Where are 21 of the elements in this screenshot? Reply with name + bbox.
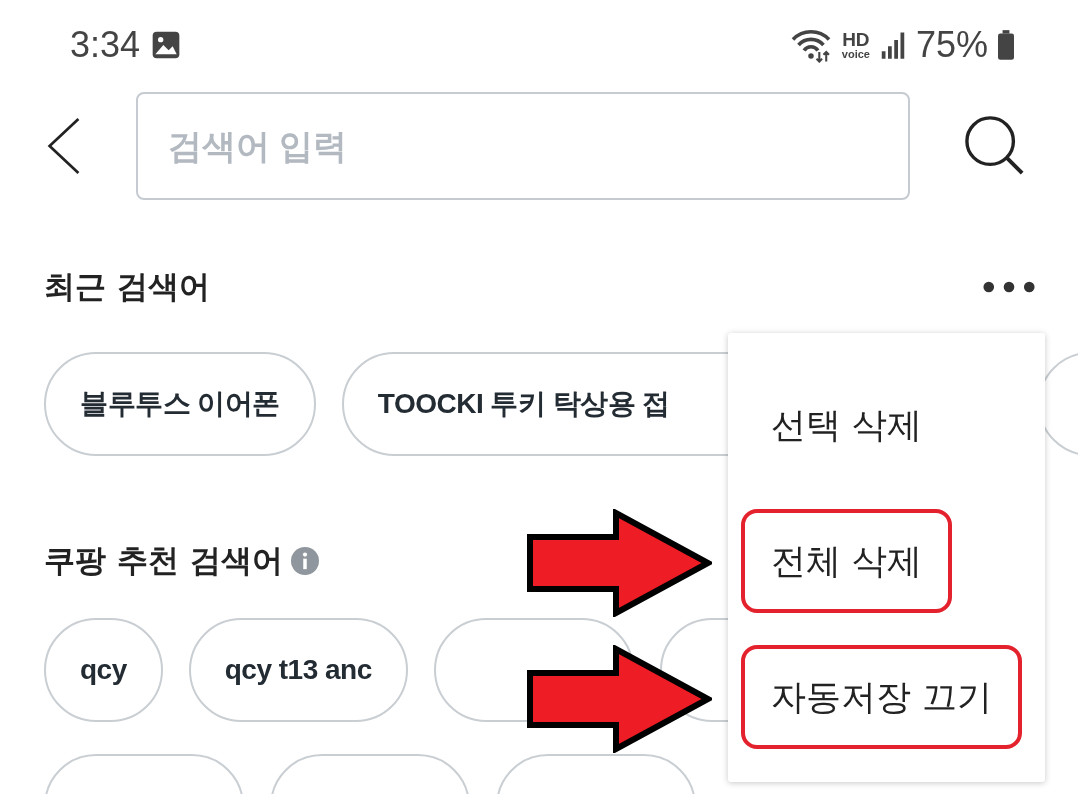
voice-label: voice bbox=[841, 49, 870, 60]
wifi-icon bbox=[789, 27, 832, 63]
more-icon[interactable] bbox=[982, 280, 1036, 294]
search-chip[interactable]: qcy t13 anc bbox=[188, 618, 408, 722]
back-icon[interactable] bbox=[46, 116, 82, 176]
battery-percent: 75% bbox=[915, 24, 988, 66]
battery-icon bbox=[998, 30, 1014, 60]
menu-item[interactable]: 자동저장 끄기 bbox=[741, 645, 1023, 749]
menu-item[interactable]: 전체 삭제 bbox=[741, 509, 953, 613]
arrow-icon bbox=[526, 645, 712, 753]
hd-label: HD bbox=[842, 30, 870, 49]
section-title: 쿠팡 추천 검색어 bbox=[44, 541, 283, 580]
signal-icon bbox=[879, 30, 906, 60]
search-chip[interactable]: qcy bbox=[44, 618, 163, 722]
arrow-icon bbox=[526, 509, 712, 617]
search-icon[interactable] bbox=[964, 115, 1026, 177]
search-chip[interactable]: 블루투스 이어폰 bbox=[44, 352, 316, 456]
clock-time: 3:34 bbox=[70, 24, 141, 66]
info-icon[interactable] bbox=[290, 547, 319, 575]
section-title: 최근 검색어 bbox=[44, 267, 210, 306]
search-field[interactable]: 검색어 입력 bbox=[136, 92, 910, 200]
